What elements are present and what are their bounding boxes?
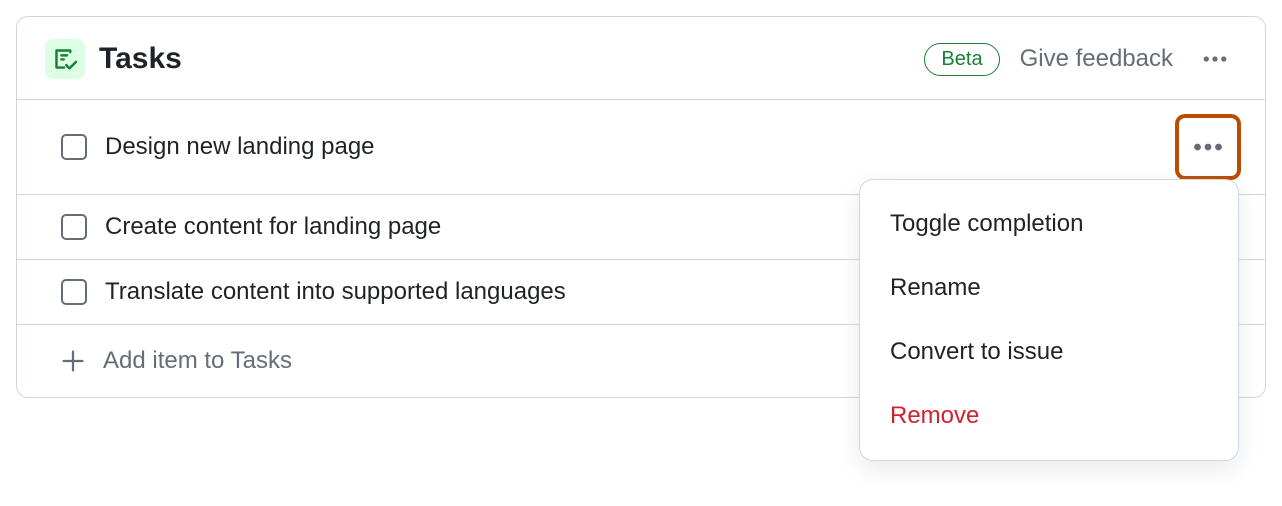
task-checkbox[interactable] [61,214,87,240]
task-label[interactable]: Design new landing page [105,133,1161,161]
task-row-menu-button[interactable] [1179,118,1237,176]
tasks-title: Tasks [99,42,182,76]
kebab-horizontal-icon [1201,45,1229,73]
menu-item-toggle-completion[interactable]: Toggle completion [860,192,1238,256]
tasks-header: Tasks Beta Give feedback [17,17,1265,99]
tasks-panel-menu-button[interactable] [1193,37,1237,81]
task-row-actions [1179,118,1237,176]
add-item-label: Add item to Tasks [103,347,292,375]
tasklist-icon [45,39,85,79]
menu-item-remove[interactable]: Remove [860,384,1238,448]
tasks-header-left: Tasks [45,39,182,79]
plus-icon [61,349,85,373]
task-context-menu: Toggle completion Rename Convert to issu… [859,179,1239,461]
menu-item-convert-to-issue[interactable]: Convert to issue [860,320,1238,384]
give-feedback-link[interactable]: Give feedback [1020,45,1173,73]
beta-badge: Beta [924,43,999,76]
task-checkbox[interactable] [61,279,87,305]
menu-item-rename[interactable]: Rename [860,256,1238,320]
tasks-panel: Tasks Beta Give feedback Design new land… [16,16,1266,398]
kebab-horizontal-icon [1187,126,1229,168]
task-checkbox[interactable] [61,134,87,160]
tasks-header-right: Beta Give feedback [924,37,1237,81]
